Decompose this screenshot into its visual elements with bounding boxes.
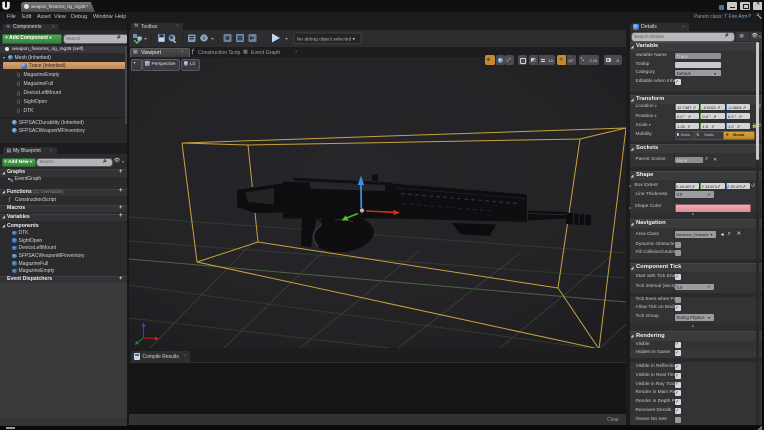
svg-text:No debug object selected ▾: No debug object selected ▾ — [297, 36, 355, 42]
